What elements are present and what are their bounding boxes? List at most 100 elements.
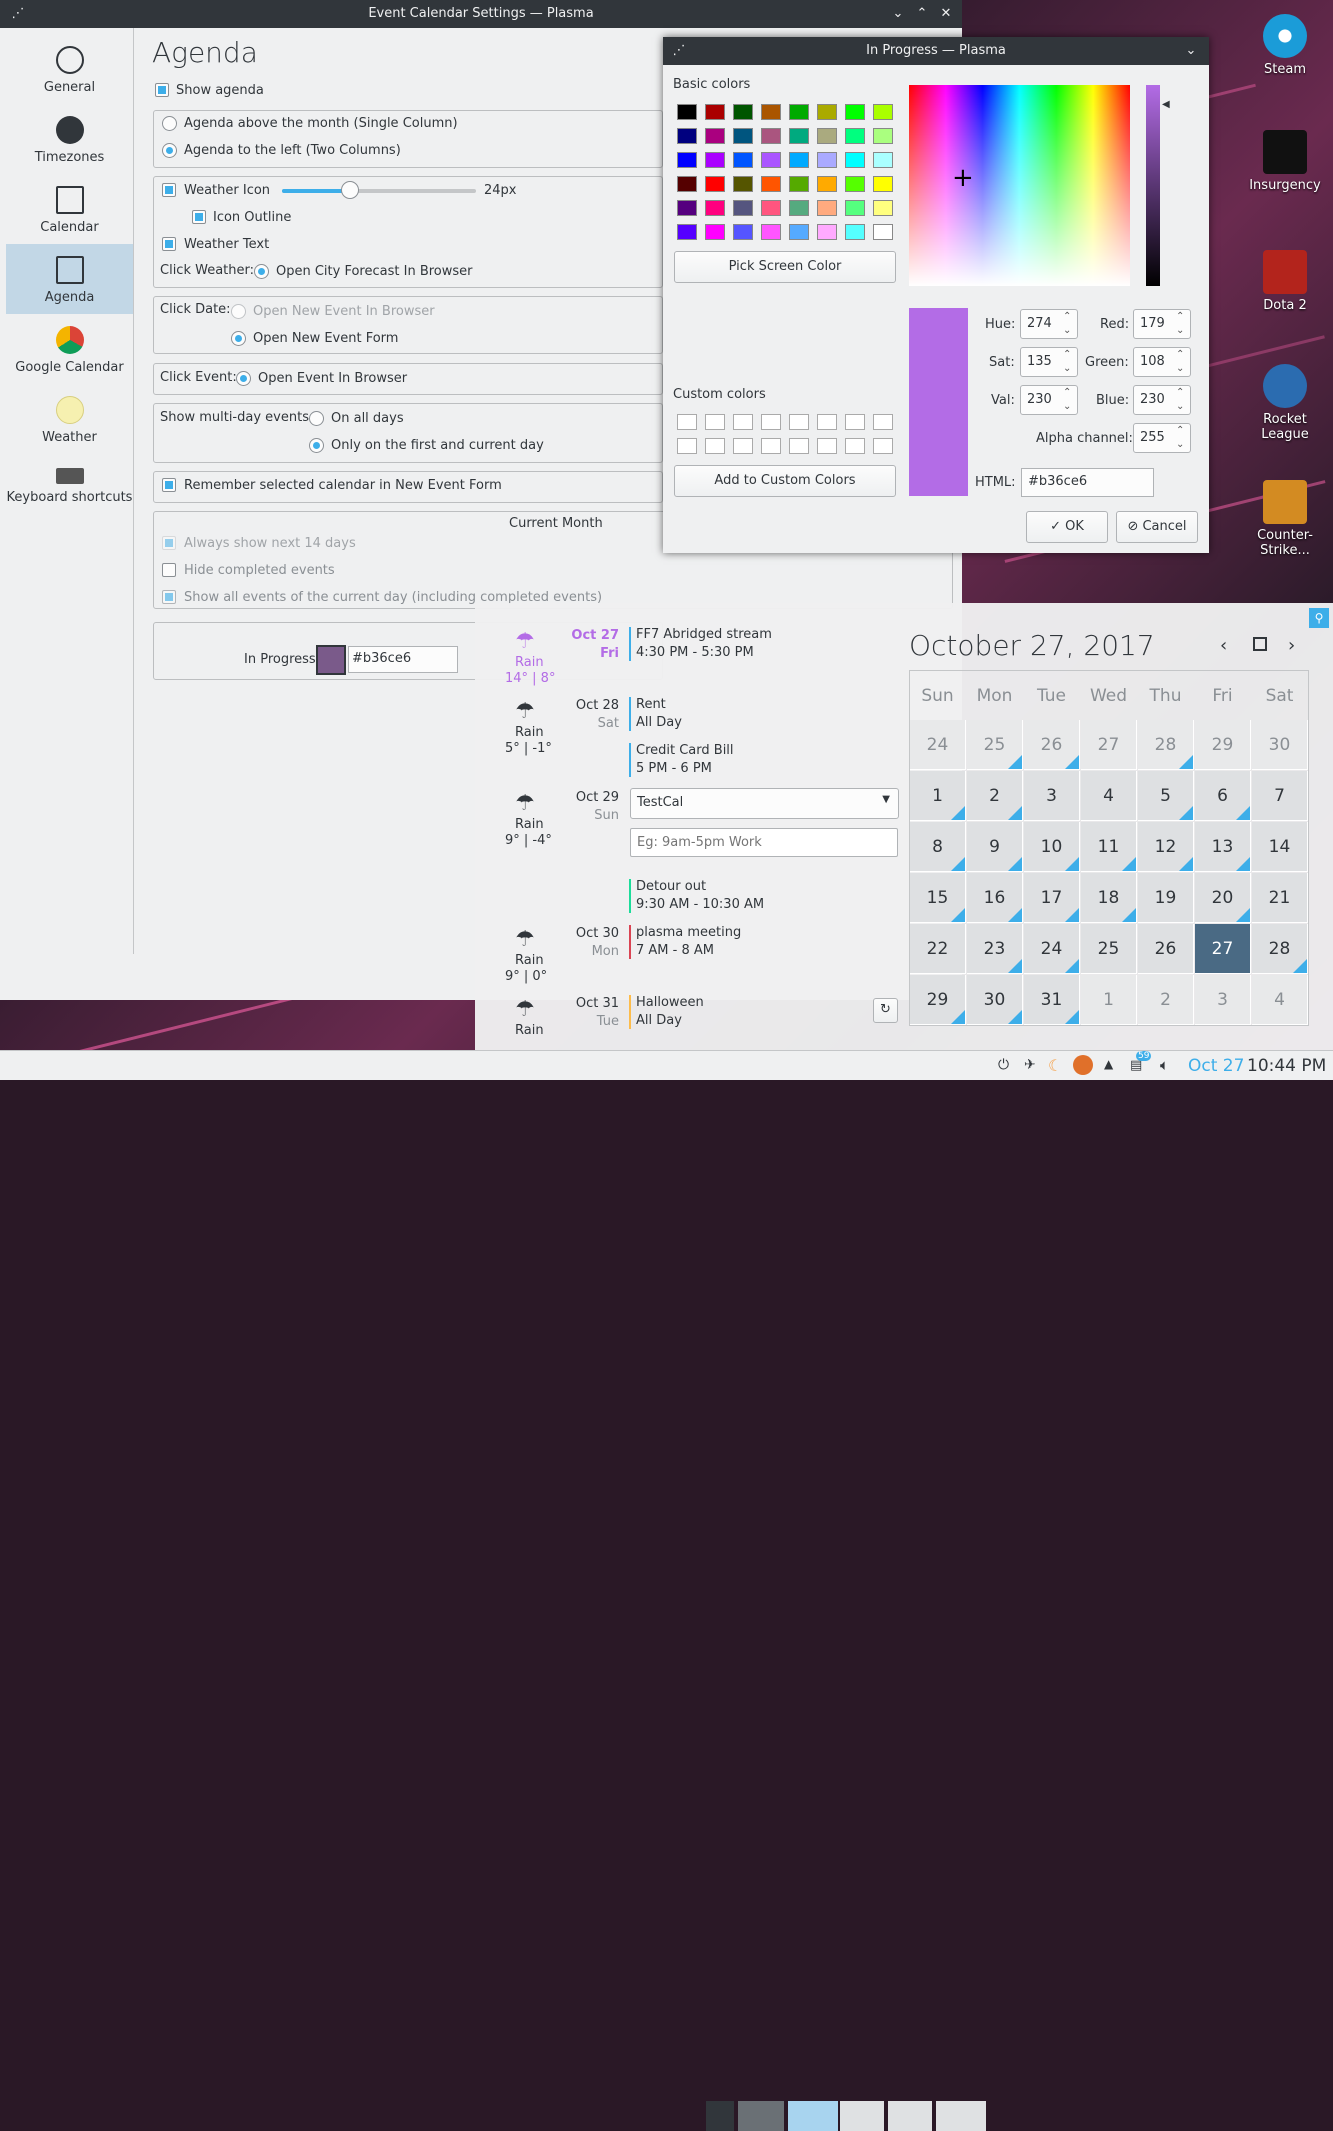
event-title[interactable]: Detour out: [636, 879, 706, 894]
calendar-day[interactable]: 26: [1024, 720, 1080, 770]
volume-icon[interactable]: 🔈︎: [1160, 1056, 1169, 1074]
calendar-day[interactable]: 27: [1081, 720, 1137, 770]
calendar-day[interactable]: 6: [1195, 771, 1251, 821]
clock-date[interactable]: Oct 27: [1188, 1056, 1244, 1076]
task-empty-3[interactable]: [936, 2101, 986, 2131]
calendar-day[interactable]: 22: [910, 924, 966, 974]
in-progress-color-button[interactable]: [316, 645, 346, 675]
alpha-spinbox[interactable]: 255: [1133, 423, 1191, 453]
calendar-day[interactable]: 7: [1252, 771, 1308, 821]
calendar-day[interactable]: 24: [910, 720, 966, 770]
basic-color-swatch[interactable]: [705, 128, 725, 144]
basic-color-swatch[interactable]: [705, 104, 725, 120]
basic-color-swatch[interactable]: [789, 128, 809, 144]
calendar-day[interactable]: 30: [967, 975, 1023, 1025]
task-empty-2[interactable]: [888, 2101, 932, 2131]
basic-color-swatch[interactable]: [705, 176, 725, 192]
in-progress-color-field[interactable]: #b36ce6: [348, 646, 458, 673]
val-spinbox[interactable]: 230: [1020, 385, 1078, 415]
task-chrome-sublime[interactable]: [738, 2101, 784, 2131]
blue-spinbox[interactable]: 230: [1133, 385, 1191, 415]
rain-cloud-icon[interactable]: ☂: [515, 699, 535, 724]
hue-spinbox[interactable]: 274: [1020, 309, 1078, 339]
agenda-left-radio[interactable]: [162, 143, 177, 158]
basic-color-swatch[interactable]: [733, 128, 753, 144]
basic-color-swatch[interactable]: [817, 176, 837, 192]
calendar-day[interactable]: 3: [1024, 771, 1080, 821]
custom-color-swatch[interactable]: [789, 414, 809, 430]
basic-color-swatch[interactable]: [677, 128, 697, 144]
calendar-day[interactable]: 8: [910, 822, 966, 872]
desktop-icon-steam[interactable]: Steam: [1245, 14, 1325, 77]
custom-color-swatch[interactable]: [761, 438, 781, 454]
basic-color-swatch[interactable]: [845, 104, 865, 120]
always-show-14-checkbox[interactable]: [162, 536, 176, 550]
calendar-day[interactable]: 9: [967, 822, 1023, 872]
remember-calendar-checkbox[interactable]: [162, 478, 176, 492]
next-month-icon[interactable]: ›: [1288, 635, 1295, 656]
sidebar-item-general[interactable]: General: [6, 46, 133, 95]
task-terminal[interactable]: [706, 2101, 734, 2131]
calendar-select[interactable]: TestCal ▼: [630, 788, 899, 819]
basic-color-swatch[interactable]: [705, 152, 725, 168]
basic-color-swatch[interactable]: [733, 152, 753, 168]
basic-color-swatch[interactable]: [733, 200, 753, 216]
system-tray-icon[interactable]: ⏻: [998, 1057, 1009, 1073]
chevron-down-icon[interactable]: ⌄: [1179, 37, 1203, 65]
sidebar-item-google-calendar[interactable]: Google Calendar: [6, 326, 133, 375]
basic-color-swatch[interactable]: [789, 152, 809, 168]
pin-icon[interactable]: ⚲: [1309, 608, 1329, 628]
basic-color-swatch[interactable]: [761, 128, 781, 144]
basic-color-swatch[interactable]: [789, 176, 809, 192]
custom-color-swatch[interactable]: [705, 414, 725, 430]
color-dialog-titlebar[interactable]: In Progress — Plasma ⋰ ⌄: [663, 37, 1209, 65]
basic-color-swatch[interactable]: [789, 200, 809, 216]
calendar-day[interactable]: 29: [1195, 720, 1251, 770]
calendar-day[interactable]: 10: [1024, 822, 1080, 872]
open-new-event-form-radio[interactable]: [231, 331, 246, 346]
calendar-day[interactable]: 1: [1081, 975, 1137, 1025]
basic-color-swatch[interactable]: [705, 200, 725, 216]
open-city-forecast-radio[interactable]: [254, 264, 269, 279]
event-title[interactable]: FF7 Abridged stream: [636, 627, 772, 642]
calendar-day[interactable]: 31: [1024, 975, 1080, 1025]
calendar-day[interactable]: 20: [1195, 873, 1251, 923]
basic-color-swatch[interactable]: [873, 128, 893, 144]
basic-color-swatch[interactable]: [845, 200, 865, 216]
cancel-button[interactable]: ⊘ Cancel: [1116, 511, 1198, 543]
event-title[interactable]: Rent: [636, 697, 666, 712]
value-slider[interactable]: [1146, 85, 1160, 286]
weather-icon-size-slider[interactable]: [282, 181, 476, 199]
close-icon[interactable]: ✕: [934, 0, 958, 28]
basic-color-swatch[interactable]: [873, 200, 893, 216]
calendar-day[interactable]: 3: [1195, 975, 1251, 1025]
basic-color-swatch[interactable]: [677, 224, 697, 240]
settings-titlebar[interactable]: Event Calendar Settings — Plasma ⋰ ⌄ ⌃ ✕: [0, 0, 962, 28]
event-title[interactable]: plasma meeting: [636, 925, 741, 940]
clock-time[interactable]: 10:44 PM: [1247, 1056, 1326, 1076]
open-new-event-browser-radio[interactable]: [231, 304, 246, 319]
basic-color-swatch[interactable]: [873, 104, 893, 120]
sat-spinbox[interactable]: 135: [1020, 347, 1078, 377]
calendar-day[interactable]: 4: [1252, 975, 1308, 1025]
calendar-day[interactable]: 2: [967, 771, 1023, 821]
calendar-today-icon[interactable]: [1253, 637, 1267, 651]
show-hidden-icon[interactable]: ▲: [1104, 1057, 1113, 1071]
calendar-day[interactable]: 2: [1138, 975, 1194, 1025]
basic-color-swatch[interactable]: [761, 152, 781, 168]
calendar-day[interactable]: 24: [1024, 924, 1080, 974]
custom-color-swatch[interactable]: [789, 438, 809, 454]
calendar-day[interactable]: 12: [1138, 822, 1194, 872]
custom-color-swatch[interactable]: [817, 414, 837, 430]
task-empty-1[interactable]: [840, 2101, 884, 2131]
sidebar-item-calendar[interactable]: Calendar: [6, 186, 133, 235]
calendar-day[interactable]: 25: [1081, 924, 1137, 974]
rain-cloud-icon[interactable]: ☂: [515, 927, 535, 952]
basic-color-swatch[interactable]: [817, 200, 837, 216]
calendar-day[interactable]: 17: [1024, 873, 1080, 923]
basic-color-swatch[interactable]: [845, 224, 865, 240]
sidebar-item-keyboard-shortcuts[interactable]: Keyboard shortcuts: [6, 468, 133, 505]
basic-color-swatch[interactable]: [677, 200, 697, 216]
custom-color-swatch[interactable]: [817, 438, 837, 454]
rain-cloud-icon[interactable]: ☂: [515, 629, 535, 654]
